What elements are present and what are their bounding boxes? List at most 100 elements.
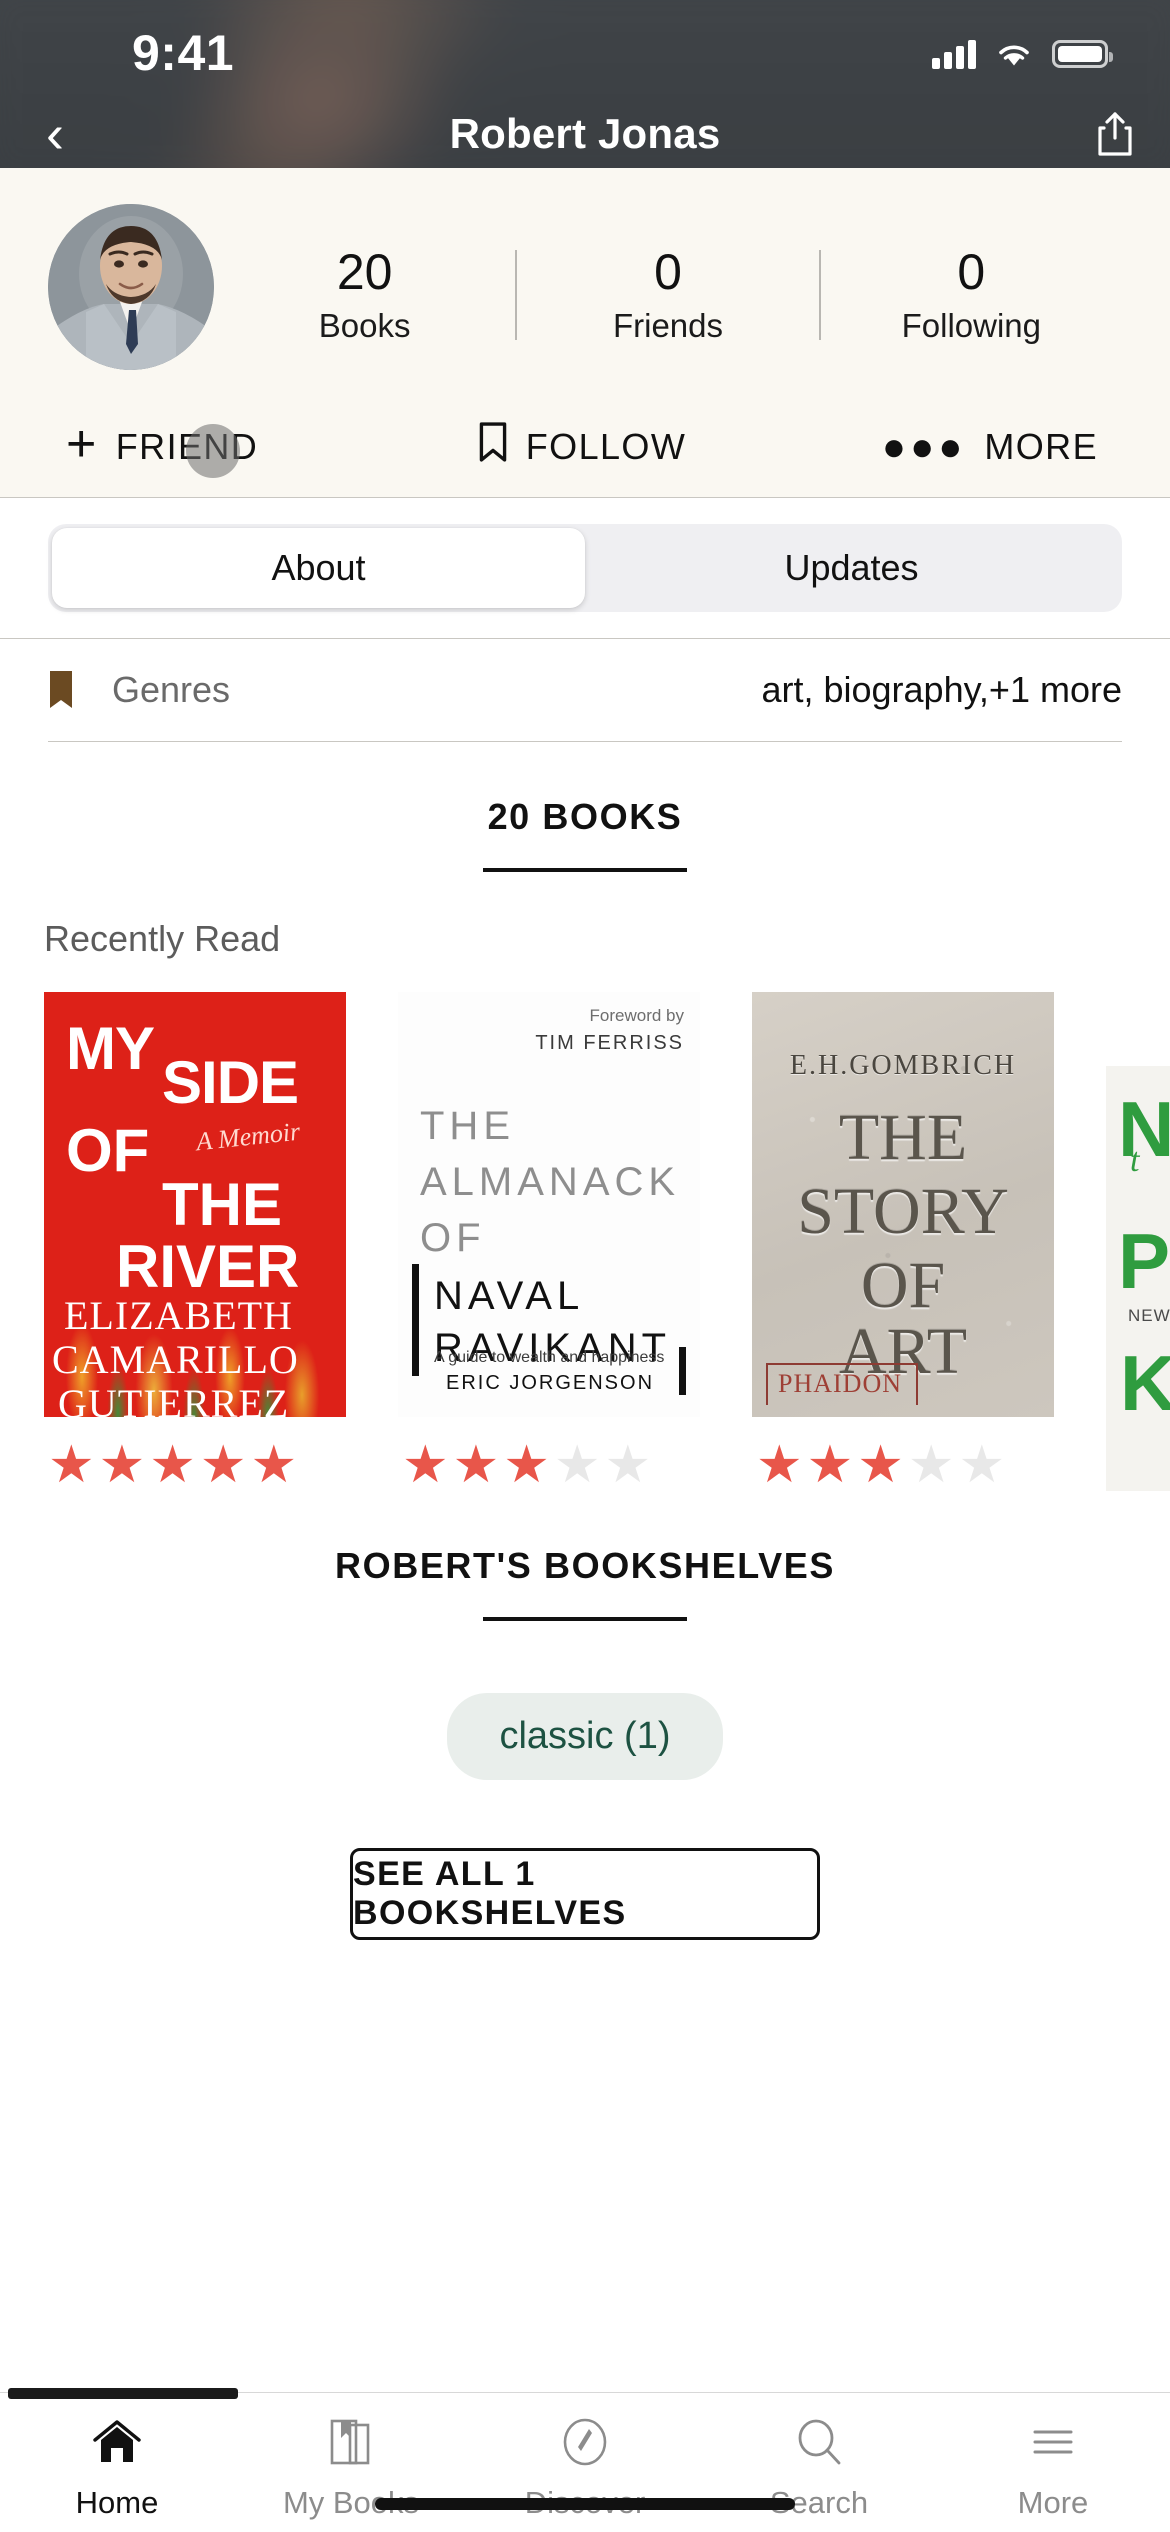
bottom-nav-home[interactable]: Home: [0, 2411, 234, 2521]
star-icon[interactable]: ★: [857, 1439, 904, 1491]
star-rating[interactable]: ★ ★ ★ ★ ★: [752, 1439, 1054, 1491]
book-cover[interactable]: N t P NEW K: [1106, 1066, 1170, 1491]
book-item[interactable]: MY SIDE OF THE RIVER A Memoir ELIZABETH …: [44, 992, 346, 1491]
cover-subtitle: A Memoir: [194, 1116, 302, 1157]
genres-value: art, biography,+1 more: [761, 669, 1122, 710]
home-indicator: [375, 2498, 795, 2510]
tab-about[interactable]: About: [52, 528, 585, 608]
bottom-nav-more-label: More: [1017, 2485, 1089, 2520]
star-icon[interactable]: ★: [807, 1439, 854, 1491]
star-icon[interactable]: ★: [959, 1439, 1006, 1491]
books-section-header: 20 BOOKS: [0, 742, 1170, 872]
stat-friends[interactable]: 0 Friends: [517, 246, 818, 345]
cover-title-line: RIVER: [116, 1233, 300, 1300]
stat-following[interactable]: 0 Following: [821, 246, 1122, 345]
cover-title-line: STORY: [797, 1175, 1009, 1248]
stat-friends-label: Friends: [612, 306, 724, 344]
bottom-navigation-bar: Home My Books Discover Search: [0, 2392, 1170, 2532]
compass-icon: [559, 2411, 611, 2473]
segmented-control: About Updates: [48, 524, 1122, 612]
profile-stats: 20 Books 0 Friends 0 Following: [214, 204, 1122, 345]
stat-friends-value: 0: [654, 244, 682, 300]
profile-summary: 20 Books 0 Friends 0 Following + FRIEND: [0, 168, 1170, 498]
cover-author-line: E.H.GOMBRICH: [789, 1050, 1017, 1081]
cover-title-line: THE: [838, 1101, 968, 1174]
ellipsis-icon: ●●●: [881, 424, 967, 469]
cover-subtitle: A guide to wealth and happiness: [434, 1349, 665, 1366]
battery-icon: [1052, 40, 1113, 68]
navigation-bar: ‹ Robert Jonas: [0, 100, 1170, 168]
star-rating[interactable]: ★ ★ ★ ★ ★: [398, 1439, 700, 1491]
cover-accent-bar: [412, 1264, 419, 1376]
share-button[interactable]: [1060, 110, 1170, 158]
star-icon[interactable]: ★: [251, 1439, 298, 1491]
bookshelf-chip-list: classic (1): [0, 1693, 1170, 1780]
stat-books-label: Books: [318, 306, 411, 344]
cover-title-line: THE: [420, 1104, 515, 1148]
bottom-nav-more[interactable]: More: [936, 2411, 1170, 2521]
book-item[interactable]: N t P NEW K: [1106, 1066, 1170, 1491]
star-icon[interactable]: ★: [200, 1439, 247, 1491]
star-icon[interactable]: ★: [605, 1439, 652, 1491]
cover-title-line: P: [1118, 1217, 1170, 1305]
see-all-bookshelves-button[interactable]: SEE ALL 1 BOOKSHELVES: [350, 1848, 820, 1940]
stat-following-label: Following: [901, 306, 1042, 344]
star-icon[interactable]: ★: [756, 1439, 803, 1491]
bookshelf-chip-classic[interactable]: classic (1): [447, 1693, 723, 1780]
more-button[interactable]: ●●● MORE: [754, 426, 1126, 468]
bookshelves-section-header: ROBERT'S BOOKSHELVES: [0, 1491, 1170, 1621]
star-icon[interactable]: ★: [554, 1439, 601, 1491]
recently-read-label: Recently Read: [44, 918, 281, 959]
add-friend-button[interactable]: + FRIEND: [44, 414, 410, 473]
book-item[interactable]: Foreword by TIM FERRISS THE ALMANACK OF …: [398, 992, 700, 1491]
genres-row[interactable]: Genres art, biography,+1 more: [48, 639, 1122, 742]
profile-tabs-container: About Updates: [0, 498, 1170, 639]
genres-label: Genres: [112, 669, 231, 710]
book-item[interactable]: E.H.GOMBRICH THE STORY OF ART PHAIDON ★ …: [752, 992, 1054, 1491]
bookshelves-heading: ROBERT'S BOOKSHELVES: [335, 1545, 835, 1586]
see-all-bookshelves-container: SEE ALL 1 BOOKSHELVES: [0, 1848, 1170, 1940]
home-icon: [91, 2411, 143, 2473]
star-icon[interactable]: ★: [149, 1439, 196, 1491]
book-cover[interactable]: Foreword by TIM FERRISS THE ALMANACK OF …: [398, 992, 700, 1417]
tab-updates[interactable]: Updates: [585, 528, 1118, 608]
star-icon[interactable]: ★: [453, 1439, 500, 1491]
cover-title-line: K: [1120, 1339, 1170, 1427]
stat-books-value: 20: [336, 244, 393, 300]
cover-title-line: THE: [162, 1171, 282, 1238]
bookmark-icon: [478, 422, 508, 471]
cover-foreword-label: Foreword by: [589, 1006, 684, 1025]
page-title: Robert Jonas: [449, 110, 721, 157]
cover-publisher: PHAIDON: [766, 1363, 918, 1405]
star-icon[interactable]: ★: [908, 1439, 955, 1491]
cover-title-line: N: [1118, 1085, 1170, 1173]
cover-author-line: ERIC JORGENSON: [446, 1372, 655, 1394]
bottom-nav-home-label: Home: [75, 2485, 159, 2520]
recently-read-book-list[interactable]: MY SIDE OF THE RIVER A Memoir ELIZABETH …: [0, 960, 1170, 1491]
status-bar-time: 9:41: [132, 25, 235, 81]
cover-title-line: OF: [66, 1117, 150, 1184]
cover-badge: NEW: [1128, 1306, 1170, 1325]
plus-icon: +: [66, 414, 98, 473]
cellular-signal-icon: [932, 39, 976, 69]
follow-button[interactable]: FOLLOW: [410, 422, 754, 471]
status-bar: 9:41: [0, 0, 1170, 100]
profile-header-banner: 9:41 ‹ Robert Jonas: [0, 0, 1170, 168]
book-cover[interactable]: MY SIDE OF THE RIVER A Memoir ELIZABETH …: [44, 992, 346, 1417]
cover-author-line: CAMARILLO: [52, 1337, 299, 1382]
star-icon[interactable]: ★: [503, 1439, 550, 1491]
stat-books[interactable]: 20 Books: [214, 246, 515, 345]
back-button[interactable]: ‹: [0, 107, 110, 161]
book-cover[interactable]: E.H.GOMBRICH THE STORY OF ART PHAIDON: [752, 992, 1054, 1417]
cover-title-line: MY: [66, 1015, 155, 1082]
books-icon: [325, 2411, 377, 2473]
star-icon[interactable]: ★: [99, 1439, 146, 1491]
cover-title-line: NAVAL: [434, 1274, 585, 1318]
profile-action-row: + FRIEND FOLLOW ●●● MORE: [0, 414, 1170, 478]
star-icon[interactable]: ★: [48, 1439, 95, 1491]
search-icon: [793, 2411, 845, 2473]
star-rating[interactable]: ★ ★ ★ ★ ★: [44, 1439, 346, 1491]
avatar[interactable]: [48, 204, 214, 370]
cover-author-line: ELIZABETH: [64, 1293, 293, 1338]
star-icon[interactable]: ★: [402, 1439, 449, 1491]
